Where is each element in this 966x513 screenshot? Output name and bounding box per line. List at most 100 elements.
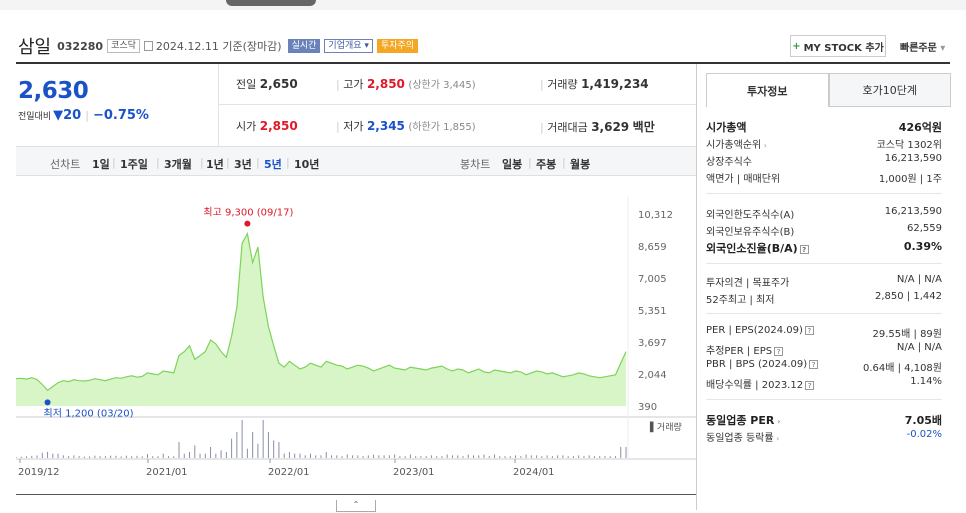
- volume-bar: [562, 455, 564, 458]
- prev-value: 2,650: [259, 77, 298, 91]
- info-row[interactable]: 동일업종 PER › 7.05배: [706, 412, 942, 428]
- volume-bar: [215, 453, 217, 458]
- volume-bar: [394, 454, 396, 458]
- volume-bar: [231, 438, 233, 458]
- company-overview-dropdown[interactable]: 기업개요 ▾: [324, 39, 373, 53]
- volume-bar: [41, 452, 43, 458]
- volume-bar: [504, 456, 506, 458]
- period-3m[interactable]: 3개월: [164, 156, 192, 172]
- document-icon: [143, 41, 153, 51]
- divider: |: [85, 109, 89, 122]
- info-row[interactable]: 동일업종 등락률 › -0.02%: [706, 429, 942, 444]
- chart-bottom-divider: [16, 494, 696, 495]
- my-stock-add-button[interactable]: + MY STOCK 추가: [790, 35, 886, 57]
- collapse-button[interactable]: ⌃: [336, 500, 376, 512]
- price-chart[interactable]: 10,312 8,659 7,005 5,351 3,697 2,044 390 최고 9,3…: [16, 196, 696, 486]
- volume-bar: [588, 455, 590, 458]
- volume-bar: [315, 455, 317, 458]
- help-icon[interactable]: ?: [799, 245, 809, 254]
- volume-bar: [178, 442, 180, 458]
- help-icon[interactable]: ?: [774, 347, 784, 356]
- info-row-label: 시가총액: [706, 121, 747, 134]
- help-icon[interactable]: ?: [809, 360, 819, 369]
- top-tab[interactable]: [226, 0, 316, 6]
- volume-bar: [520, 456, 522, 458]
- help-icon[interactable]: ?: [804, 326, 814, 335]
- volume-bar: [494, 454, 496, 458]
- volume-bar: [578, 455, 580, 458]
- volume-bar: [257, 443, 259, 458]
- chevron-up-icon: ⌃: [352, 500, 360, 509]
- info-row-value: 2,850 | 1,442: [875, 291, 942, 302]
- stock-header: 삼일 032280 코스닥 2024.12.11 기준(장마감) 실시간 기업개…: [18, 34, 422, 58]
- candle-monthly[interactable]: 월봉: [570, 156, 590, 172]
- volume-bar: [131, 456, 133, 458]
- divider: [706, 399, 942, 400]
- candle-daily[interactable]: 일봉: [502, 156, 522, 172]
- info-row-label: 액면가 | 매매단위: [706, 174, 781, 185]
- investment-info-panel: 투자정보 호가10단계 시가총액 426억원 시가총액순위 › 코스닥 1302위 상장…: [706, 73, 951, 444]
- realtime-tag[interactable]: 실시간: [287, 39, 321, 53]
- quick-order-button[interactable]: 빠른주문 ▾: [900, 39, 945, 54]
- period-3y[interactable]: 3년: [234, 156, 252, 172]
- period-1w[interactable]: 1주일: [120, 156, 148, 172]
- day-high: | 고가 2,850 (상한가 3,445): [336, 77, 476, 91]
- volume-bar: [141, 456, 143, 458]
- volume-bar: [557, 455, 559, 458]
- divider: [218, 104, 696, 105]
- volume-bar: [267, 432, 269, 458]
- volume-bar: [352, 455, 354, 458]
- high-value: 2,850: [366, 77, 405, 91]
- info-row: PBR | BPS (2024.09)? 0.64배 | 4,108원: [706, 359, 942, 374]
- amount-unit: 백만: [632, 120, 655, 134]
- tab-orderbook[interactable]: 호가10단계: [828, 73, 951, 107]
- info-row[interactable]: 시가총액순위 › 코스닥 1302위: [706, 136, 942, 151]
- volume-bar: [162, 453, 164, 458]
- volume-bar: [262, 420, 264, 458]
- volume-label: 거래량: [547, 78, 578, 91]
- period-10y[interactable]: 10년: [294, 156, 319, 172]
- volume-bar: [336, 455, 338, 458]
- volume-value: 1,419,234: [581, 77, 649, 91]
- period-1y[interactable]: 1년: [206, 156, 224, 172]
- candle-weekly[interactable]: 주봉: [536, 156, 556, 172]
- volume-bar: [388, 455, 390, 458]
- volume-bar: [47, 452, 49, 458]
- volume-bar: [331, 455, 333, 458]
- info-row-value: 426억원: [898, 121, 942, 134]
- volume-bar: [125, 455, 127, 458]
- info-row-label: 추정PER | EPS?: [706, 342, 784, 357]
- period-1d[interactable]: 1일: [92, 156, 110, 172]
- volume-bar: [420, 456, 422, 458]
- info-row-value: 0.39%: [903, 240, 942, 253]
- help-icon[interactable]: ?: [805, 381, 815, 390]
- volume-bar: [373, 454, 375, 458]
- chevron-right-icon: ›: [774, 417, 781, 426]
- stock-name: 삼일: [18, 37, 52, 58]
- period-5y[interactable]: 5년: [264, 156, 282, 172]
- info-row-value: 16,213,590: [884, 206, 942, 217]
- volume-bar: [52, 453, 54, 458]
- low-limit: (하한가 1,855): [408, 122, 476, 133]
- volume-bar: [599, 456, 601, 458]
- amount-label: 거래대금: [547, 121, 588, 134]
- info-row-value: N/A | N/A: [896, 342, 942, 353]
- info-row-label: PER | EPS(2024.09)?: [706, 325, 814, 340]
- info-row-value: 1.14%: [910, 376, 942, 387]
- day-low: | 저가 2,345 (하한가 1,855): [336, 119, 476, 133]
- y-tick-label: 390: [638, 402, 657, 413]
- tab-investment-info[interactable]: 투자정보: [706, 73, 829, 107]
- volume-bar: [436, 456, 438, 458]
- info-row-label: 투자의견 | 목표주가: [706, 278, 790, 289]
- volume-bar: [593, 456, 595, 458]
- info-row: 액면가 | 매매단위 1,000원 | 1주: [706, 170, 942, 185]
- warning-tag: 투자주의: [376, 39, 419, 53]
- current-price: 2,630: [18, 78, 89, 104]
- info-row-label: PBR | BPS (2024.09)?: [706, 359, 819, 374]
- volume-bar: [20, 456, 22, 458]
- price-line: [16, 231, 627, 392]
- volume-bar: [541, 456, 543, 458]
- volume-bar: [488, 456, 490, 458]
- volume-bar: [457, 455, 459, 458]
- max-marker: [244, 220, 251, 227]
